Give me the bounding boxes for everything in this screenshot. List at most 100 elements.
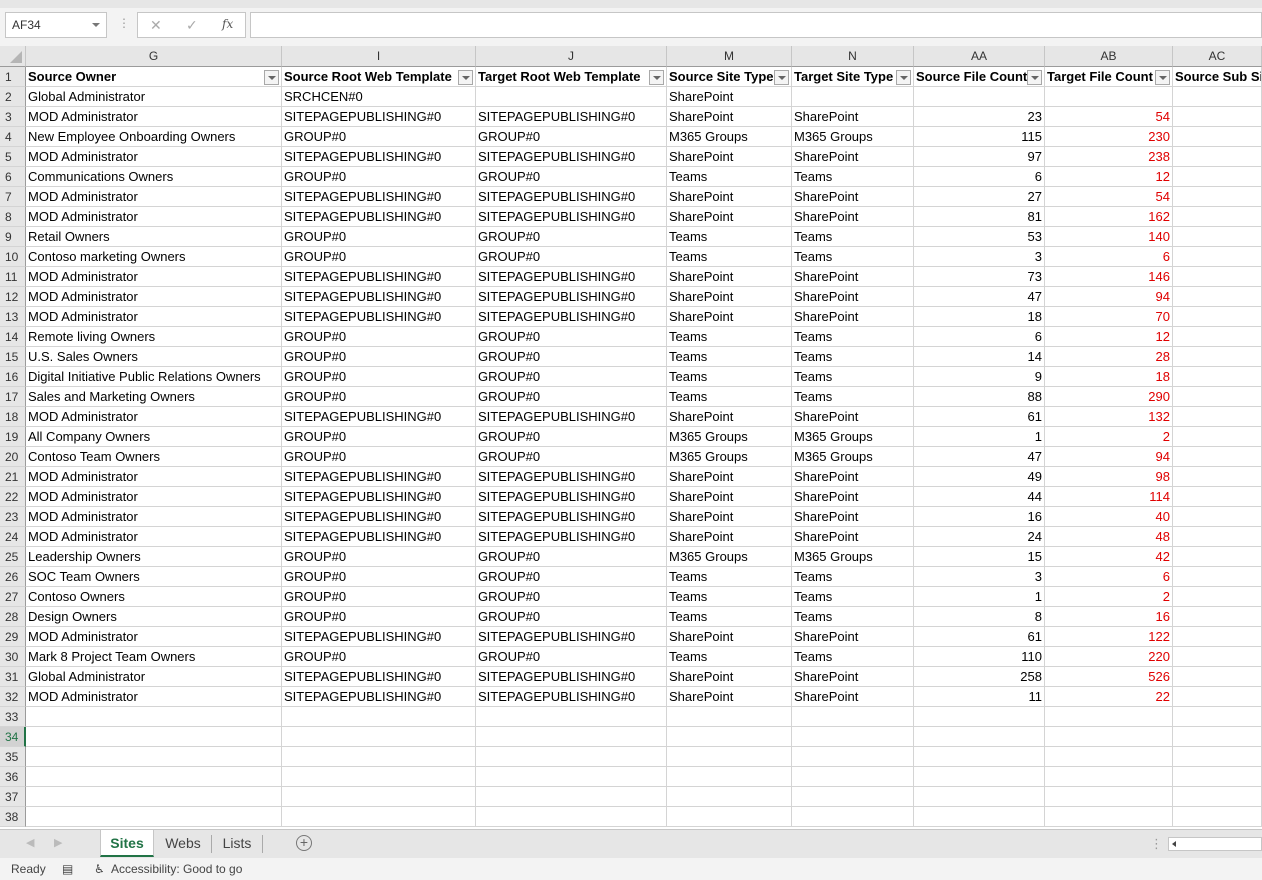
cell[interactable] xyxy=(792,767,914,787)
cell[interactable]: 3 xyxy=(914,567,1045,587)
column-header-m[interactable]: M xyxy=(667,46,792,67)
cell[interactable]: GROUP#0 xyxy=(282,447,476,467)
column-filter-header[interactable]: Source Site Type xyxy=(667,67,792,87)
cell[interactable]: 15 xyxy=(914,547,1045,567)
cell[interactable] xyxy=(914,87,1045,107)
cell[interactable] xyxy=(1173,527,1262,547)
cell[interactable]: 258 xyxy=(914,667,1045,687)
cell[interactable]: 54 xyxy=(1045,187,1173,207)
row-header[interactable]: 21 xyxy=(0,467,26,487)
cell[interactable]: Teams xyxy=(792,327,914,347)
cell[interactable]: SITEPAGEPUBLISHING#0 xyxy=(282,287,476,307)
cell[interactable]: MOD Administrator xyxy=(26,107,282,127)
name-box[interactable]: AF34 xyxy=(5,12,107,38)
column-filter-header[interactable]: Target File Count xyxy=(1045,67,1173,87)
cell[interactable] xyxy=(282,747,476,767)
row-header[interactable]: 10 xyxy=(0,247,26,267)
column-header-i[interactable]: I xyxy=(282,46,476,67)
cell[interactable] xyxy=(792,807,914,827)
cell[interactable]: SharePoint xyxy=(667,187,792,207)
cell[interactable]: GROUP#0 xyxy=(282,227,476,247)
cell[interactable] xyxy=(1045,747,1173,767)
horizontal-scrollbar[interactable] xyxy=(1168,837,1262,851)
cell[interactable]: SharePoint xyxy=(792,487,914,507)
cell[interactable] xyxy=(914,767,1045,787)
cell[interactable]: GROUP#0 xyxy=(282,127,476,147)
cell[interactable]: MOD Administrator xyxy=(26,407,282,427)
cell[interactable]: GROUP#0 xyxy=(476,547,667,567)
row-header[interactable]: 38 xyxy=(0,807,26,827)
cell[interactable] xyxy=(1173,807,1262,827)
row-header[interactable]: 6 xyxy=(0,167,26,187)
cell[interactable]: 18 xyxy=(914,307,1045,327)
cell[interactable]: Contoso Team Owners xyxy=(26,447,282,467)
cell[interactable] xyxy=(1173,627,1262,647)
cell[interactable] xyxy=(282,727,476,747)
cell[interactable]: SITEPAGEPUBLISHING#0 xyxy=(282,307,476,327)
cell[interactable]: MOD Administrator xyxy=(26,287,282,307)
cell[interactable]: Teams xyxy=(792,387,914,407)
row-header[interactable]: 25 xyxy=(0,547,26,567)
cell[interactable]: M365 Groups xyxy=(667,447,792,467)
row-header[interactable]: 31 xyxy=(0,667,26,687)
row-header[interactable]: 12 xyxy=(0,287,26,307)
cell[interactable]: Design Owners xyxy=(26,607,282,627)
cell[interactable] xyxy=(667,807,792,827)
cell[interactable] xyxy=(1173,747,1262,767)
filter-dropdown-icon[interactable] xyxy=(264,70,279,85)
row-header[interactable]: 5 xyxy=(0,147,26,167)
cell[interactable]: SITEPAGEPUBLISHING#0 xyxy=(476,627,667,647)
cell[interactable]: GROUP#0 xyxy=(282,347,476,367)
cell[interactable]: 122 xyxy=(1045,627,1173,647)
cell[interactable]: SharePoint xyxy=(667,507,792,527)
cell[interactable]: Teams xyxy=(667,387,792,407)
row-header[interactable]: 27 xyxy=(0,587,26,607)
cell[interactable]: Teams xyxy=(667,167,792,187)
cell[interactable]: SharePoint xyxy=(667,267,792,287)
cell[interactable] xyxy=(1173,407,1262,427)
cell[interactable]: Remote living Owners xyxy=(26,327,282,347)
cell[interactable]: 47 xyxy=(914,287,1045,307)
cell[interactable]: GROUP#0 xyxy=(282,647,476,667)
row-header[interactable]: 14 xyxy=(0,327,26,347)
row-header[interactable]: 22 xyxy=(0,487,26,507)
cell[interactable]: SITEPAGEPUBLISHING#0 xyxy=(476,527,667,547)
row-header[interactable]: 17 xyxy=(0,387,26,407)
chevron-down-icon[interactable] xyxy=(92,23,100,27)
cell[interactable]: 98 xyxy=(1045,467,1173,487)
cell[interactable] xyxy=(1173,547,1262,567)
cell[interactable]: Teams xyxy=(667,607,792,627)
cell[interactable]: Teams xyxy=(667,247,792,267)
cell[interactable]: Teams xyxy=(667,647,792,667)
enter-icon[interactable]: ✓ xyxy=(186,17,198,34)
cell[interactable] xyxy=(1173,367,1262,387)
cell[interactable] xyxy=(1173,727,1262,747)
row-header[interactable]: 23 xyxy=(0,507,26,527)
cell[interactable] xyxy=(26,727,282,747)
cell[interactable]: Teams xyxy=(792,347,914,367)
cell[interactable] xyxy=(1173,767,1262,787)
cell[interactable] xyxy=(476,87,667,107)
cell[interactable] xyxy=(1045,807,1173,827)
cell[interactable]: 44 xyxy=(914,487,1045,507)
cell[interactable]: SITEPAGEPUBLISHING#0 xyxy=(476,487,667,507)
column-header-g[interactable]: G xyxy=(26,46,282,67)
row-header[interactable]: 15 xyxy=(0,347,26,367)
cell[interactable]: 2 xyxy=(1045,587,1173,607)
cell[interactable]: 94 xyxy=(1045,447,1173,467)
cell[interactable]: M365 Groups xyxy=(792,427,914,447)
cell[interactable] xyxy=(1173,507,1262,527)
cell[interactable]: SRCHCEN#0 xyxy=(282,87,476,107)
cell[interactable]: SharePoint xyxy=(667,87,792,107)
cell[interactable]: 48 xyxy=(1045,527,1173,547)
cell[interactable] xyxy=(1173,287,1262,307)
cell[interactable] xyxy=(667,747,792,767)
cell[interactable] xyxy=(1173,147,1262,167)
cell[interactable] xyxy=(1173,327,1262,347)
cell[interactable]: Teams xyxy=(667,227,792,247)
macro-record-icon[interactable]: ▤ xyxy=(62,858,73,880)
column-filter-header[interactable]: Target Root Web Template xyxy=(476,67,667,87)
cell[interactable]: Teams xyxy=(792,647,914,667)
column-filter-header[interactable]: Source Root Web Template xyxy=(282,67,476,87)
row-header[interactable]: 34 xyxy=(0,727,26,747)
